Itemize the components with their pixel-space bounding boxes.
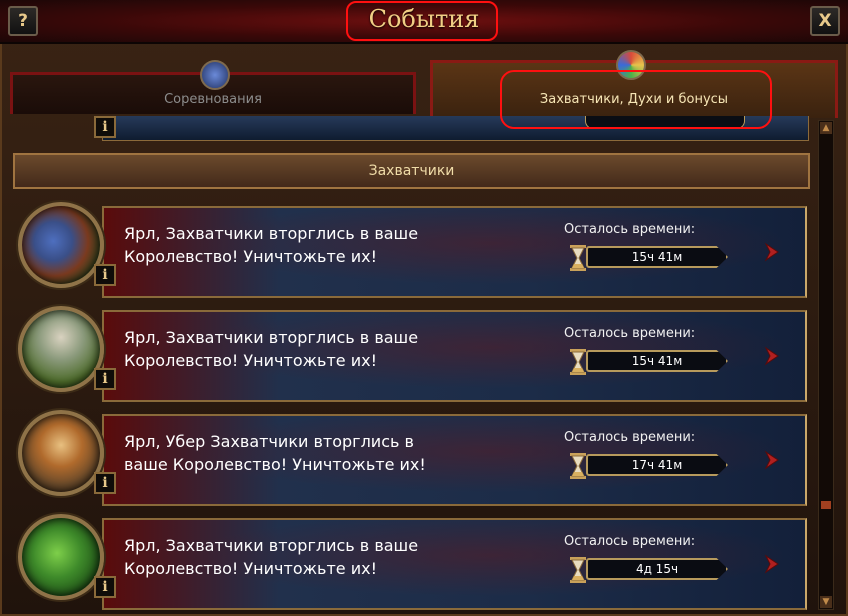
event-message: Ярл, Захватчики вторглись в ваше Королев…	[124, 224, 419, 266]
blue-medal-icon	[200, 60, 230, 90]
info-button[interactable]: i	[94, 264, 116, 286]
scroll-down-icon[interactable]: ▼	[820, 596, 832, 608]
time-remaining-label: Осталось времени:	[564, 534, 696, 549]
hourglass-icon	[570, 453, 586, 479]
event-message: Ярл, Убер Захватчики вторглись в ваше Ко…	[124, 432, 426, 474]
event-message: Ярл, Захватчики вторглись в ваше Королев…	[124, 536, 419, 578]
event-timer: 15ч 41м	[586, 350, 728, 372]
info-button[interactable]: i	[94, 368, 116, 390]
time-remaining-label: Осталось времени:	[564, 326, 696, 341]
snake-portrait[interactable]	[18, 514, 104, 600]
event-row: i Ярл, Захватчики вторглись в ваше Корол…	[8, 306, 814, 404]
event-timer: 17ч 41м	[586, 454, 728, 476]
knight-portrait[interactable]	[18, 202, 104, 288]
time-remaining-label: Осталось времени:	[564, 430, 696, 445]
scrollbar-thumb[interactable]	[821, 501, 831, 509]
go-arrow-icon[interactable]	[762, 554, 782, 574]
hourglass-icon	[570, 245, 586, 271]
event-timer: 4д 15ч	[586, 558, 728, 580]
events-list: i Захватчики i Ярл, Захватчики вторглись…	[8, 116, 814, 616]
event-timer: 15ч 41м	[586, 246, 728, 268]
hourglass-icon	[570, 557, 586, 583]
scrollbar[interactable]: ▲ ▼	[818, 120, 834, 610]
tab-highlight-box	[500, 70, 772, 129]
event-row: i Ярл, Убер Захватчики вторглись в ваше …	[8, 410, 814, 508]
tab-competitions-label: Соревнования	[164, 92, 262, 107]
scroll-up-icon[interactable]: ▲	[820, 122, 832, 134]
section-title: Захватчики	[368, 163, 455, 179]
time-remaining-label: Осталось времени:	[564, 222, 696, 237]
go-arrow-icon[interactable]	[762, 346, 782, 366]
event-message: Ярл, Захватчики вторглись в ваше Королев…	[124, 328, 419, 370]
close-button[interactable]: X	[810, 6, 840, 36]
go-arrow-icon[interactable]	[762, 450, 782, 470]
section-header-invaders: Захватчики	[13, 153, 810, 189]
events-window: ? События X Соревнования Захватчики, Дух…	[0, 0, 848, 616]
hourglass-icon	[570, 349, 586, 375]
title-bar: ? События X	[0, 0, 848, 44]
event-row: i Ярл, Захватчики вторглись в ваше Корол…	[8, 514, 814, 612]
viking-warrior-portrait[interactable]	[18, 410, 104, 496]
title-highlight-box	[346, 1, 498, 41]
vulture-portrait[interactable]	[18, 306, 104, 392]
info-button[interactable]: i	[94, 116, 116, 138]
event-row: i Ярл, Захватчики вторглись в ваше Корол…	[8, 202, 814, 300]
info-button[interactable]: i	[94, 576, 116, 598]
go-arrow-icon[interactable]	[762, 242, 782, 262]
info-button[interactable]: i	[94, 472, 116, 494]
